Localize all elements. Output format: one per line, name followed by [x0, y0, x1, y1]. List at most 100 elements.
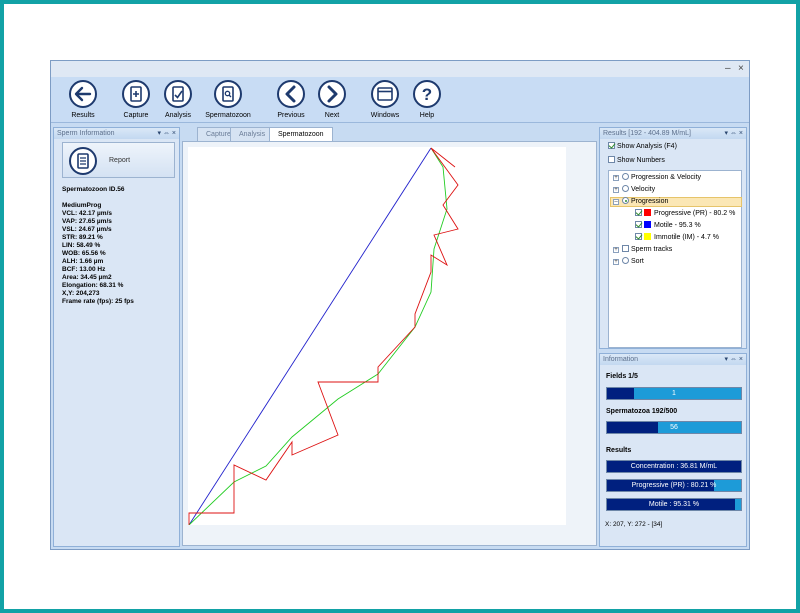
expand-icon[interactable]: + [613, 259, 619, 265]
document-search-icon [214, 80, 242, 108]
classification: MediumProg [62, 202, 102, 209]
tab-analysis[interactable]: Analysis [230, 127, 275, 141]
progressive-swatch [644, 209, 651, 216]
fields-progress-bar: 1 [606, 387, 742, 400]
results-title: Results [192 - 404.89 M/mL] [603, 130, 691, 137]
spermatozoa-value: 56 [670, 424, 678, 431]
tree-item-sperm-tracks[interactable]: + Sperm tracks [613, 245, 672, 255]
straight-line-path [188, 147, 432, 526]
title-bar: – × [51, 61, 749, 77]
tree-label: Motile - 95.3 % [654, 222, 701, 229]
tree-item-progressive[interactable]: Progressive (PR) - 80.2 % [635, 209, 735, 219]
help-button[interactable]: ? Help [402, 79, 452, 119]
app-window: – × Results Capture Analysis Spermatozoo… [50, 60, 750, 550]
information-pane: Information ▾ ⇔ × Fields 1/5 1 Spermatoz… [599, 353, 747, 547]
results-tree: + Progression & Velocity + Velocity – Progr… [608, 170, 742, 348]
metric-line: LIN: 58.49 % [62, 242, 101, 249]
track-view [182, 141, 597, 546]
progressive-text: Progressive (PR) : 80.21 % [631, 482, 717, 489]
concentration-text: Concentration : 36.81 M/mL [630, 463, 718, 470]
sperm-information-header: Sperm Information ▾ ⇔ × [54, 128, 179, 139]
report-button[interactable]: Report [62, 142, 175, 178]
results-pane: Results [192 - 404.89 M/mL] ▾ ⇔ × Show A… [599, 127, 747, 349]
pane-controls-icon[interactable]: ▾ ⇔ × [725, 128, 744, 139]
show-numbers-checkbox[interactable]: Show Numbers [608, 156, 665, 166]
sperm-details: Spermatozoon ID.56 MediumProg VCL: 42.17… [54, 182, 142, 310]
expand-icon[interactable]: + [613, 187, 619, 193]
spermatozoon-label: Spermatozoon [205, 112, 251, 119]
tree-item-motile[interactable]: Motile - 95.3 % [635, 221, 701, 231]
motile-bar: Motile : 95.31 % [606, 498, 742, 511]
help-icon: ? [413, 80, 441, 108]
metric-line: X,Y: 204,273 [62, 290, 100, 297]
checkbox-checked-icon [635, 233, 642, 240]
metric-line: WOB: 65.56 % [62, 250, 106, 257]
checkbox-unchecked-icon [608, 156, 615, 163]
report-label: Report [109, 157, 131, 164]
results-button[interactable]: Results [58, 79, 108, 119]
information-header: Information ▾ ⇔ × [600, 354, 746, 365]
tree-label: Immotile (IM) - 4.7 % [654, 234, 719, 241]
spermatozoa-progress-bar: 56 [606, 421, 742, 434]
motile-swatch [644, 221, 651, 228]
tree-item-progression-velocity[interactable]: + Progression & Velocity [613, 173, 701, 183]
tree-label: Sort [631, 258, 644, 265]
report-icon [69, 147, 97, 175]
metric-line: ALH: 1.66 µm [62, 258, 104, 265]
metric-line: Elongation: 68.31 % [62, 282, 124, 289]
tree-label: Sperm tracks [631, 246, 673, 253]
checkbox-checked-icon [635, 209, 642, 216]
radio-icon [622, 257, 629, 264]
capture-icon [122, 80, 150, 108]
minimize-button[interactable]: – [725, 63, 731, 75]
tree-item-immotile[interactable]: Immotile (IM) - 4.7 % [635, 233, 719, 243]
tree-item-velocity[interactable]: + Velocity [613, 185, 655, 195]
average-path [188, 147, 448, 526]
next-button[interactable]: Next [307, 79, 357, 119]
tree-label: Progression [631, 198, 669, 205]
help-label: Help [419, 112, 435, 119]
pane-controls-icon[interactable]: ▾ ⇔ × [158, 128, 177, 139]
metric-line: VAP: 27.65 µm/s [62, 218, 112, 225]
metric-line: VSL: 24.67 µm/s [62, 226, 112, 233]
close-button[interactable]: × [738, 63, 744, 75]
next-label: Next [324, 112, 340, 119]
results-header: Results [192 - 404.89 M/mL] ▾ ⇔ × [600, 128, 746, 139]
cursor-coordinates: X: 207, Y: 272 - [34] [605, 521, 663, 528]
ribbon-toolbar: Results Capture Analysis Spermatozoon Pr… [51, 77, 749, 123]
expand-icon[interactable]: + [613, 247, 619, 253]
sperm-information-pane: Sperm Information ▾ ⇔ × Report Spermatoz… [53, 127, 180, 547]
checkbox-checked-icon [635, 221, 642, 228]
pane-controls-icon[interactable]: ▾ ⇔ × [725, 354, 744, 365]
metric-line: Frame rate (fps): 25 fps [62, 298, 134, 305]
back-arrow-icon [69, 80, 97, 108]
metric-line: Area: 34.45 µm2 [62, 274, 112, 281]
tree-item-sort[interactable]: + Sort [613, 257, 644, 267]
tree-label: Progression & Velocity [631, 174, 702, 181]
checkbox-checked-icon [608, 142, 615, 149]
checkbox-unchecked-icon [622, 245, 629, 252]
fields-value: 1 [672, 390, 676, 397]
immotile-swatch [644, 233, 651, 240]
information-title: Information [603, 356, 639, 363]
collapse-icon[interactable]: – [613, 199, 619, 205]
concentration-bar: Concentration : 36.81 M/mL [606, 460, 742, 473]
radio-icon [622, 185, 629, 192]
track-canvas[interactable] [188, 147, 566, 526]
curvilinear-path [188, 147, 459, 525]
tree-label: Progressive (PR) - 80.2 % [654, 210, 736, 217]
tree-item-progression[interactable]: – Progression [613, 197, 668, 207]
radio-icon [622, 173, 629, 180]
analysis-button[interactable]: Analysis [153, 79, 203, 119]
spermatozoon-button[interactable]: Spermatozoon [203, 79, 253, 119]
expand-icon[interactable]: + [613, 175, 619, 181]
radio-selected-icon [622, 197, 629, 204]
tab-spermatozoon[interactable]: Spermatozoon [269, 127, 333, 141]
analysis-icon [164, 80, 192, 108]
analysis-label: Analysis [164, 112, 192, 119]
chevron-left-icon [277, 80, 305, 108]
results-label: Results [71, 112, 95, 119]
show-analysis-checkbox[interactable]: Show Analysis (F4) [608, 142, 677, 152]
spermatozoa-label: Spermatozoa 192/500 [606, 408, 678, 415]
metric-line: BCF: 13.00 Hz [62, 266, 106, 273]
